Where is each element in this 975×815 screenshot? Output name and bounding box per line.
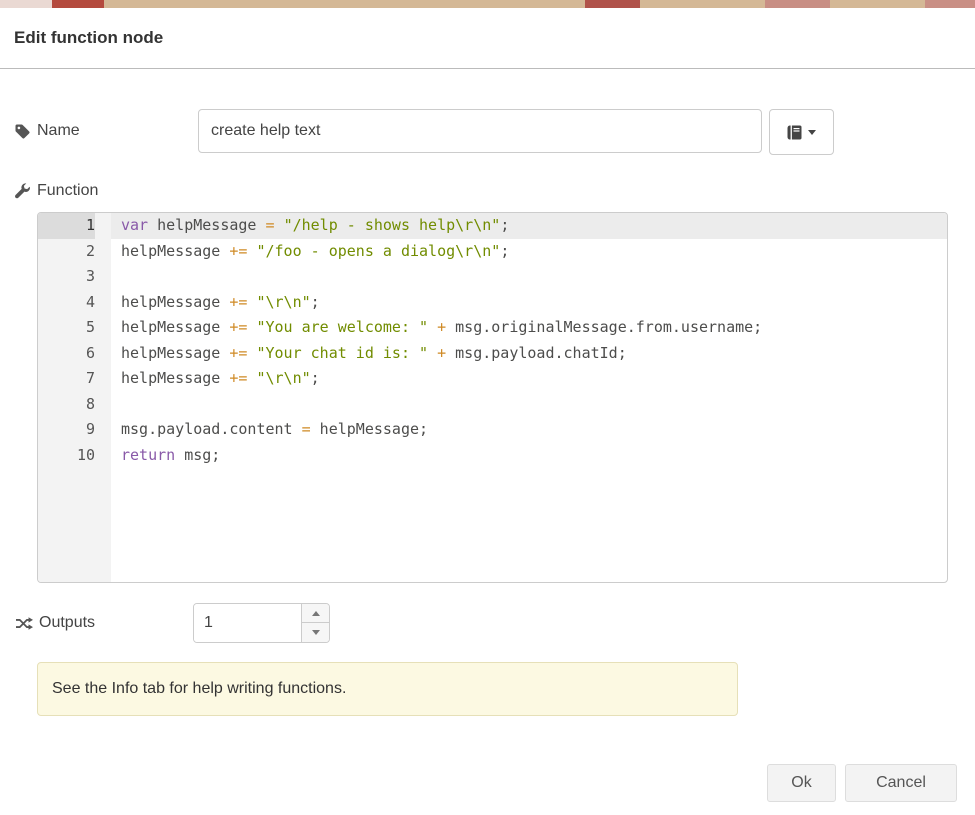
code-editor[interactable]: 12345678910 var helpMessage = "/help - s… — [37, 212, 948, 583]
code-token-plain: helpMessage — [121, 293, 229, 311]
backdrop-fragment — [52, 0, 104, 8]
code-token-plain: ; — [500, 242, 509, 260]
code-token-operator: = — [266, 216, 275, 234]
name-label: Name — [37, 122, 80, 140]
code-token-operator: += — [229, 369, 247, 387]
code-line[interactable]: var helpMessage = "/help - shows help\r\… — [111, 213, 947, 239]
code-token-plain: helpMessage — [121, 242, 229, 260]
caret-down-icon — [808, 130, 816, 135]
spinner-down-button[interactable] — [302, 623, 329, 642]
code-line[interactable]: helpMessage += "\r\n"; — [111, 290, 947, 316]
code-token-operator: += — [229, 293, 247, 311]
code-token-operator: = — [302, 420, 311, 438]
tag-icon — [14, 124, 31, 139]
dialog-title: Edit function node — [14, 28, 163, 48]
gutter-line-number: 9 — [38, 417, 95, 443]
code-token-plain: helpMessage — [121, 344, 229, 362]
gutter-line-number: 2 — [38, 239, 95, 265]
code-token-plain: helpMessage; — [311, 420, 428, 438]
code-token-string: "You are welcome: " — [256, 318, 428, 336]
gutter-line-number: 10 — [38, 443, 95, 469]
code-token-operator: + — [437, 318, 446, 336]
backdrop-fragment — [585, 0, 640, 8]
code-line[interactable]: msg.payload.content = helpMessage; — [111, 417, 947, 443]
code-token-plain — [428, 344, 437, 362]
function-label: Function — [37, 182, 98, 200]
code-line[interactable] — [111, 264, 947, 290]
cancel-button[interactable]: Cancel — [845, 764, 957, 802]
code-token-plain: helpMessage — [121, 369, 229, 387]
code-token-keyword: var — [121, 216, 148, 234]
code-token-plain: ; — [311, 293, 320, 311]
code-line[interactable]: helpMessage += "\r\n"; — [111, 366, 947, 392]
code-token-plain: msg.originalMessage.from.username; — [446, 318, 762, 336]
code-token-string: "Your chat id is: " — [256, 344, 428, 362]
code-token-string: "\r\n" — [256, 293, 310, 311]
book-icon — [787, 125, 802, 140]
code-token-operator: += — [229, 318, 247, 336]
outputs-input[interactable] — [194, 604, 301, 642]
code-line[interactable]: return msg; — [111, 443, 947, 469]
backdrop-fragment — [0, 0, 52, 8]
name-label-row: Name — [14, 109, 80, 153]
info-box: See the Info tab for help writing functi… — [37, 662, 738, 716]
outputs-label-row: Outputs — [16, 603, 95, 643]
backdrop-fragment — [765, 0, 830, 8]
code-token-plain — [428, 318, 437, 336]
code-token-plain: helpMessage — [148, 216, 265, 234]
code-token-plain: msg; — [175, 446, 220, 464]
code-token-keyword: return — [121, 446, 175, 464]
caret-up-icon — [312, 611, 320, 616]
code-line[interactable]: helpMessage += "Your chat id is: " + msg… — [111, 341, 947, 367]
code-token-plain: msg.payload.content — [121, 420, 302, 438]
function-label-row: Function — [14, 179, 98, 203]
gutter-line-number: 5 — [38, 315, 95, 341]
code-token-plain: ; — [311, 369, 320, 387]
page-backdrop — [0, 0, 975, 8]
code-token-plain — [275, 216, 284, 234]
shuffle-icon — [16, 616, 33, 631]
gutter-line-number: 8 — [38, 392, 95, 418]
dialog-header: Edit function node — [0, 8, 975, 69]
library-button[interactable] — [769, 109, 834, 155]
outputs-spinner — [193, 603, 330, 643]
code-token-string: "/foo - opens a dialog\r\n" — [256, 242, 500, 260]
code-line[interactable] — [111, 392, 947, 418]
code-token-plain: msg.payload.chatId; — [446, 344, 627, 362]
editor-gutter: 12345678910 — [38, 213, 111, 582]
info-text: See the Info tab for help writing functi… — [52, 680, 346, 698]
caret-down-icon — [312, 630, 320, 635]
gutter-line-number: 6 — [38, 341, 95, 367]
gutter-line-number: 7 — [38, 366, 95, 392]
name-input[interactable] — [198, 109, 762, 153]
code-line[interactable]: helpMessage += "/foo - opens a dialog\r\… — [111, 239, 947, 265]
code-token-plain: ; — [500, 216, 509, 234]
gutter-line-number: 4 — [38, 290, 95, 316]
code-token-string: "\r\n" — [256, 369, 310, 387]
ok-button[interactable]: Ok — [767, 764, 836, 802]
code-token-operator: += — [229, 242, 247, 260]
editor-code[interactable]: var helpMessage = "/help - shows help\r\… — [111, 213, 947, 582]
outputs-label: Outputs — [39, 614, 95, 632]
spinner-up-button[interactable] — [302, 604, 329, 623]
edit-function-dialog: Edit function node Name — [0, 8, 975, 815]
backdrop-fragment — [925, 0, 975, 8]
code-token-operator: + — [437, 344, 446, 362]
code-line[interactable]: helpMessage += "You are welcome: " + msg… — [111, 315, 947, 341]
gutter-line-number: 3 — [38, 264, 95, 290]
spinner-buttons — [301, 604, 329, 642]
gutter-line-number: 1 — [38, 213, 95, 239]
code-token-plain: helpMessage — [121, 318, 229, 336]
wrench-icon — [14, 183, 31, 199]
code-token-operator: += — [229, 344, 247, 362]
code-token-string: "/help - shows help\r\n" — [284, 216, 501, 234]
